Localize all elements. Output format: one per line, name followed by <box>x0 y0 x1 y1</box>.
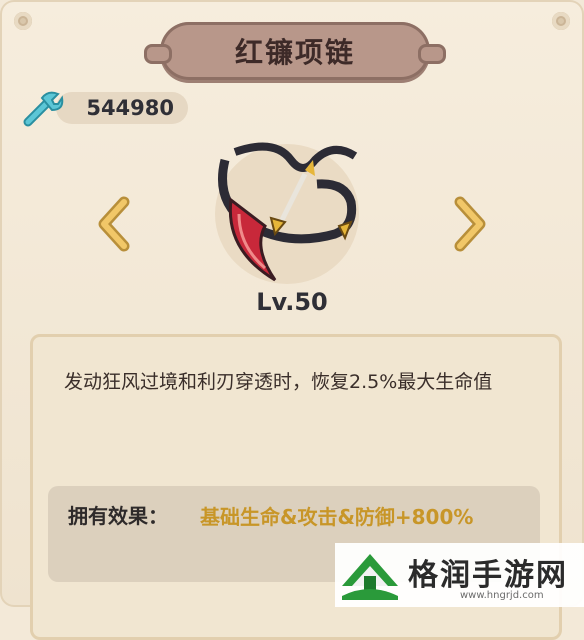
watermark-logo-icon <box>342 554 398 600</box>
watermark-text: 格润手游网 <box>408 558 568 593</box>
currency-display: 544980 <box>56 92 188 124</box>
scythe-necklace-icon <box>215 142 359 284</box>
wrench-icon <box>23 91 64 127</box>
next-item-button[interactable] <box>452 196 488 252</box>
effect-label: 拥有效果： <box>68 504 168 528</box>
currency-value: 544980 <box>86 96 174 120</box>
previous-item-button[interactable] <box>96 196 132 252</box>
item-title: 红镰项链 <box>234 36 355 69</box>
item-level: Lv.50 <box>256 288 328 316</box>
title-banner: 红镰项链 <box>144 22 446 80</box>
corner-rivet <box>14 12 32 30</box>
effect-value: 基础生命&攻击&防御+800% <box>200 505 474 529</box>
corner-rivet <box>552 12 570 30</box>
watermark-url: www.hngrjd.com <box>460 590 544 601</box>
item-description: 发动狂风过境和利刃穿透时，恢复2.5%最大生命值 <box>64 371 493 393</box>
